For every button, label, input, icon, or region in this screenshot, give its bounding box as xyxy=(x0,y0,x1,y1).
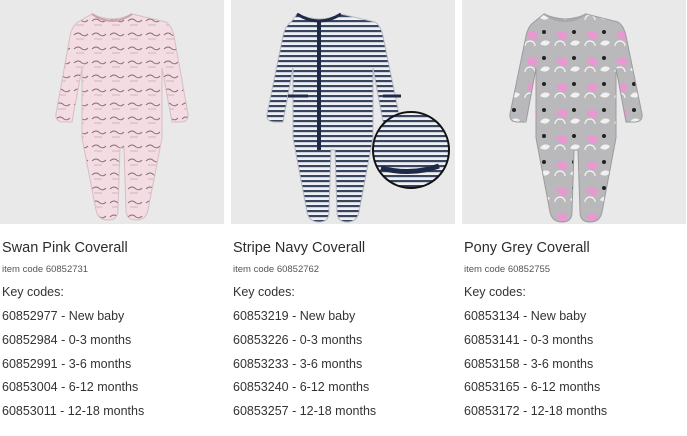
key-code-item: 60853134 - New baby xyxy=(464,309,587,323)
product-image[interactable] xyxy=(0,0,224,224)
item-code: item code 60852762 xyxy=(233,264,320,275)
key-code-item: 60852991 - 3-6 months xyxy=(2,356,132,371)
product-title[interactable]: Stripe Navy Coverall xyxy=(233,240,455,256)
product-image[interactable] xyxy=(231,0,455,224)
key-codes-list: 60853219 - New baby 60853226 - 0-3 month… xyxy=(233,309,455,428)
key-code-item: 60853011 - 12-18 months xyxy=(2,404,145,419)
product-title[interactable]: Swan Pink Coverall xyxy=(2,240,224,256)
key-code-item: 60853004 - 6-12 months xyxy=(2,380,139,395)
product-title[interactable]: Pony Grey Coverall xyxy=(464,240,686,256)
key-code-item: 60853172 - 12-18 months xyxy=(464,404,608,419)
key-code-item: 60852977 - New baby xyxy=(2,309,125,323)
key-codes-list: 60853134 - New baby 60853141 - 0-3 month… xyxy=(464,309,686,428)
key-code-item: 60853141 - 0-3 months xyxy=(464,332,594,347)
product-card-swan-pink[interactable]: Swan Pink Coverall item code 60852731 Ke… xyxy=(0,0,224,428)
item-code: item code 60852731 xyxy=(2,264,89,275)
key-codes-label: Key codes: xyxy=(233,285,295,299)
item-code: item code 60852755 xyxy=(464,264,551,275)
key-codes-label: Key codes: xyxy=(464,285,526,299)
product-card-pony-grey[interactable]: Pony Grey Coverall item code 60852755 Ke… xyxy=(462,0,686,428)
key-codes-label: Key codes: xyxy=(2,285,64,299)
key-code-item: 60853165 - 6-12 months xyxy=(464,380,601,395)
key-code-item: 60853219 - New baby xyxy=(233,309,356,323)
key-code-item: 60853226 - 0-3 months xyxy=(233,332,363,347)
product-image[interactable] xyxy=(462,0,686,224)
key-code-item: 60853158 - 3-6 months xyxy=(464,356,594,371)
key-code-item: 60853257 - 12-18 months xyxy=(233,404,377,419)
key-codes-list: 60852977 - New baby 60852984 - 0-3 month… xyxy=(2,309,224,428)
key-code-item: 60852984 - 0-3 months xyxy=(2,332,132,347)
product-card-stripe-navy[interactable]: Stripe Navy Coverall item code 60852762 … xyxy=(231,0,455,428)
key-code-item: 60853233 - 3-6 months xyxy=(233,356,363,371)
key-code-item: 60853240 - 6-12 months xyxy=(233,380,370,395)
